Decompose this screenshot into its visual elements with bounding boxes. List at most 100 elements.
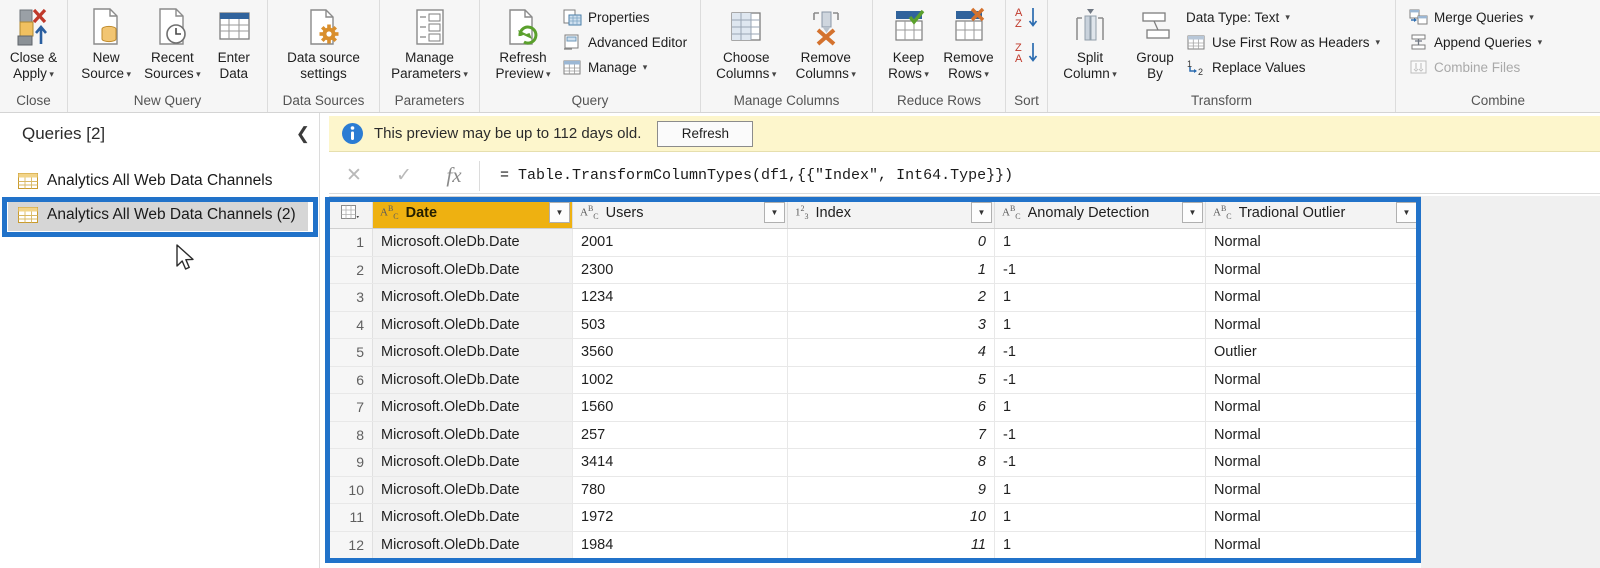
table-cell-users[interactable]: 2001 bbox=[573, 229, 788, 256]
chevron-down-icon[interactable]: ▾ bbox=[543, 69, 551, 79]
table-cell-tradional-outlier[interactable]: Outlier bbox=[1206, 339, 1420, 366]
sort-descending-button[interactable]: Z A bbox=[1014, 40, 1040, 71]
check-icon[interactable]: ✓ bbox=[379, 164, 429, 187]
table-cell-index[interactable]: 11 bbox=[788, 531, 995, 558]
table-row[interactable]: 4 Microsoft.OleDb.Date 503 3 1 Normal bbox=[329, 311, 1421, 339]
table-row[interactable]: 3 Microsoft.OleDb.Date 1234 2 1 Normal bbox=[329, 284, 1421, 312]
choose-columns-button[interactable]: Choose Columns ▾ bbox=[707, 3, 786, 82]
advanced-editor-button[interactable]: Advanced Editor bbox=[560, 30, 692, 55]
chevron-down-icon[interactable]: ▾ bbox=[982, 69, 989, 79]
grid-body[interactable]: 1 Microsoft.OleDb.Date 2001 0 1 Normal 2 Micros… bbox=[329, 229, 1421, 559]
table-cell-date[interactable]: Microsoft.OleDb.Date bbox=[373, 366, 573, 393]
table-cell-tradional-outlier[interactable]: Normal bbox=[1206, 256, 1420, 283]
table-cell-tradional-outlier[interactable]: Normal bbox=[1206, 311, 1420, 338]
enter-data-button[interactable]: Enter Data bbox=[206, 3, 261, 81]
table-row[interactable]: 5 Microsoft.OleDb.Date 3560 4 -1 Outlier bbox=[329, 339, 1421, 367]
table-cell-tradional-outlier[interactable]: Normal bbox=[1206, 366, 1420, 393]
close-and-apply-button[interactable]: Close & Apply ▾ bbox=[6, 3, 61, 82]
table-row[interactable]: 1 Microsoft.OleDb.Date 2001 0 1 Normal bbox=[329, 229, 1421, 257]
table-cell-anomaly-detection[interactable]: -1 bbox=[995, 421, 1206, 448]
table-cell-tradional-outlier[interactable]: Normal bbox=[1206, 284, 1420, 311]
table-cell-tradional-outlier[interactable]: Normal bbox=[1206, 394, 1420, 421]
replace-values-button[interactable]: 1 2 Replace Values bbox=[1184, 55, 1385, 80]
table-cell-tradional-outlier[interactable]: Normal bbox=[1206, 449, 1420, 476]
column-header-users[interactable]: ABC Users ▼ bbox=[573, 197, 788, 228]
formula-input[interactable]: = Table.TransformColumnTypes(df1,{{"Inde… bbox=[486, 167, 1600, 184]
chevron-down-icon[interactable]: ▾ bbox=[643, 62, 648, 73]
chevron-left-icon[interactable]: ❮ bbox=[296, 124, 310, 144]
merge-queries-button[interactable]: Merge Queries ▾ bbox=[1406, 5, 1547, 30]
table-cell-users[interactable]: 1002 bbox=[573, 366, 788, 393]
table-row[interactable]: 8 Microsoft.OleDb.Date 257 7 -1 Normal bbox=[329, 421, 1421, 449]
table-cell-users[interactable]: 3414 bbox=[573, 449, 788, 476]
table-cell-anomaly-detection[interactable]: 1 bbox=[995, 394, 1206, 421]
table-row[interactable]: 2 Microsoft.OleDb.Date 2300 1 -1 Normal bbox=[329, 256, 1421, 284]
chevron-down-icon[interactable]: ▾ bbox=[849, 69, 856, 79]
chevron-down-icon[interactable]: ▾ bbox=[1529, 12, 1534, 23]
table-cell-tradional-outlier[interactable]: Normal bbox=[1206, 421, 1420, 448]
table-cell-anomaly-detection[interactable]: 1 bbox=[995, 284, 1206, 311]
column-header-tradional-outlier[interactable]: ABC Tradional Outlier ▼ bbox=[1206, 197, 1420, 228]
properties-button[interactable]: Properties bbox=[560, 5, 692, 30]
table-cell-tradional-outlier[interactable]: Normal bbox=[1206, 504, 1420, 531]
table-row[interactable]: 7 Microsoft.OleDb.Date 1560 6 1 Normal bbox=[329, 394, 1421, 422]
table-cell-users[interactable]: 1972 bbox=[573, 504, 788, 531]
chevron-down-icon[interactable]: ▾ bbox=[1538, 37, 1543, 48]
select-all-table-icon[interactable] bbox=[329, 197, 373, 228]
table-cell-anomaly-detection[interactable]: 1 bbox=[995, 504, 1206, 531]
table-cell-date[interactable]: Microsoft.OleDb.Date bbox=[373, 504, 573, 531]
table-cell-date[interactable]: Microsoft.OleDb.Date bbox=[373, 339, 573, 366]
table-cell-index[interactable]: 8 bbox=[788, 449, 995, 476]
column-filter-button[interactable]: ▼ bbox=[764, 202, 785, 223]
sidebar-item-analytics-all-web-data-channels[interactable]: Analytics All Web Data Channels bbox=[8, 165, 308, 197]
table-cell-index[interactable]: 4 bbox=[788, 339, 995, 366]
sidebar-item-analytics-all-web-data-channels-2[interactable]: Analytics All Web Data Channels (2) bbox=[8, 199, 308, 231]
column-filter-button[interactable]: ▼ bbox=[1396, 202, 1417, 223]
table-cell-users[interactable]: 3560 bbox=[573, 339, 788, 366]
table-row[interactable]: 9 Microsoft.OleDb.Date 3414 8 -1 Normal bbox=[329, 449, 1421, 477]
table-cell-users[interactable]: 2300 bbox=[573, 256, 788, 283]
chevron-down-icon[interactable]: ▾ bbox=[47, 69, 54, 79]
table-cell-date[interactable]: Microsoft.OleDb.Date bbox=[373, 531, 573, 558]
table-row[interactable]: 11 Microsoft.OleDb.Date 1972 10 1 Normal bbox=[329, 504, 1421, 532]
data-source-settings-button[interactable]: Data source settings bbox=[274, 3, 373, 81]
table-cell-index[interactable]: 0 bbox=[788, 229, 995, 256]
table-cell-date[interactable]: Microsoft.OleDb.Date bbox=[373, 256, 573, 283]
table-cell-index[interactable]: 3 bbox=[788, 311, 995, 338]
new-source-button[interactable]: New Source ▾ bbox=[74, 3, 138, 82]
chevron-down-icon[interactable]: ▾ bbox=[1376, 37, 1381, 48]
append-queries-button[interactable]: Append Queries ▾ bbox=[1406, 30, 1547, 55]
chevron-down-icon[interactable]: ▾ bbox=[124, 69, 132, 79]
sort-ascending-button[interactable]: A Z bbox=[1014, 5, 1040, 36]
table-row[interactable]: 12 Microsoft.OleDb.Date 1984 11 1 Normal bbox=[329, 531, 1421, 559]
table-cell-tradional-outlier[interactable]: Normal bbox=[1206, 531, 1420, 558]
split-column-button[interactable]: Split Column ▾ bbox=[1054, 3, 1126, 82]
table-cell-users[interactable]: 503 bbox=[573, 311, 788, 338]
table-row[interactable]: 6 Microsoft.OleDb.Date 1002 5 -1 Normal bbox=[329, 366, 1421, 394]
use-first-row-as-headers-button[interactable]: Use First Row as Headers ▾ bbox=[1184, 30, 1385, 55]
remove-columns-button[interactable]: Remove Columns ▾ bbox=[786, 3, 866, 82]
table-cell-date[interactable]: Microsoft.OleDb.Date bbox=[373, 449, 573, 476]
refresh-button[interactable]: Refresh bbox=[657, 120, 754, 147]
refresh-preview-button[interactable]: Refresh Preview ▾ bbox=[486, 3, 560, 82]
table-cell-index[interactable]: 10 bbox=[788, 504, 995, 531]
table-cell-anomaly-detection[interactable]: -1 bbox=[995, 256, 1206, 283]
table-cell-anomaly-detection[interactable]: -1 bbox=[995, 366, 1206, 393]
column-filter-button[interactable]: ▼ bbox=[1182, 202, 1203, 223]
column-filter-button[interactable]: ▼ bbox=[549, 202, 570, 223]
table-cell-users[interactable]: 1560 bbox=[573, 394, 788, 421]
manage-query-button[interactable]: Manage ▾ bbox=[560, 55, 692, 80]
table-cell-index[interactable]: 6 bbox=[788, 394, 995, 421]
remove-rows-button[interactable]: Remove Rows ▾ bbox=[938, 3, 999, 82]
table-cell-date[interactable]: Microsoft.OleDb.Date bbox=[373, 394, 573, 421]
column-header-anomaly-detection[interactable]: ABC Anomaly Detection ▼ bbox=[995, 197, 1206, 228]
table-cell-date[interactable]: Microsoft.OleDb.Date bbox=[373, 421, 573, 448]
table-cell-anomaly-detection[interactable]: 1 bbox=[995, 311, 1206, 338]
column-filter-button[interactable]: ▼ bbox=[971, 202, 992, 223]
column-header-date[interactable]: ABC Date ▼ bbox=[373, 197, 573, 228]
combine-files-button[interactable]: Combine Files bbox=[1406, 55, 1547, 80]
table-cell-date[interactable]: Microsoft.OleDb.Date bbox=[373, 284, 573, 311]
chevron-down-icon[interactable]: ▾ bbox=[922, 69, 929, 79]
table-cell-users[interactable]: 1984 bbox=[573, 531, 788, 558]
chevron-down-icon[interactable]: ▾ bbox=[1285, 12, 1290, 23]
